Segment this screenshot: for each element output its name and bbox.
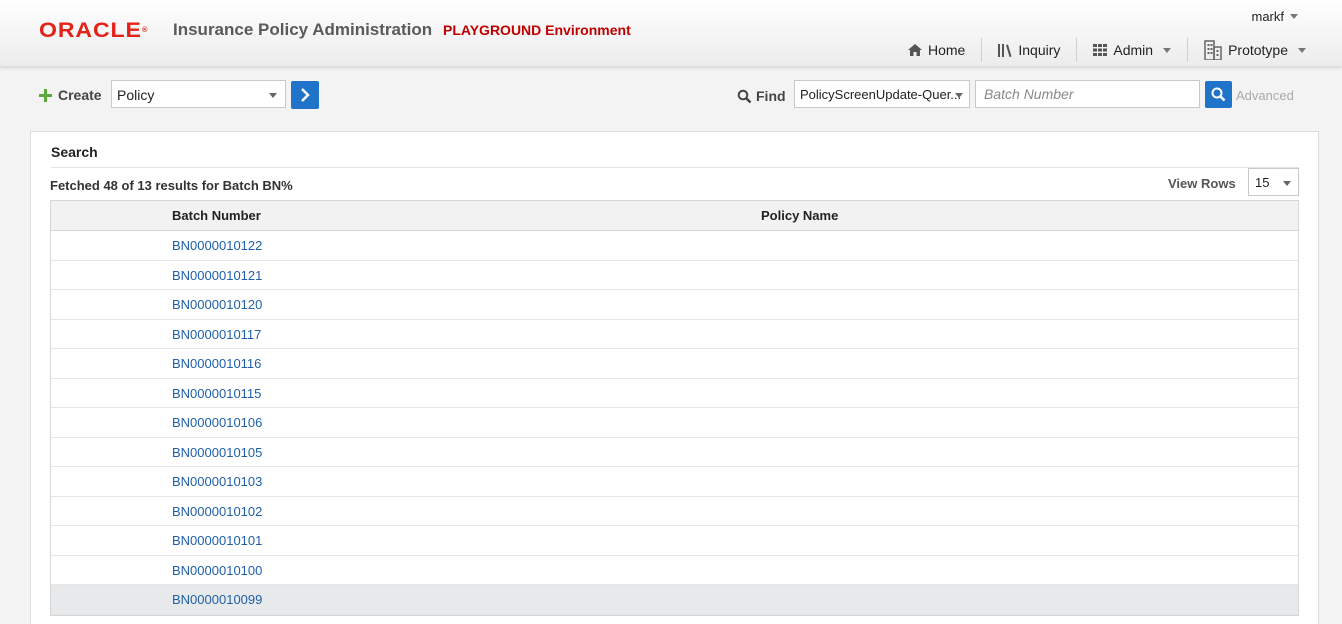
- create-text: Create: [58, 87, 102, 103]
- batch-number-link[interactable]: BN0000010121: [172, 268, 262, 283]
- panel-title: Search: [51, 144, 98, 160]
- table-header: Batch Number Policy Name: [51, 201, 1298, 231]
- chevron-down-icon: [269, 93, 277, 98]
- search-icon: [1211, 87, 1226, 102]
- environment-label: PLAYGROUND Environment: [443, 22, 631, 38]
- user-menu[interactable]: markf: [1251, 9, 1298, 24]
- table-row[interactable]: BN0000010115: [51, 378, 1298, 408]
- nav-prototype-label: Prototype: [1228, 42, 1289, 58]
- batch-number-link[interactable]: BN0000010100: [172, 563, 262, 578]
- home-icon: [908, 44, 922, 56]
- table-row[interactable]: BN0000010100: [51, 555, 1298, 585]
- results-summary: Fetched 48 of 13 results for Batch BN%: [50, 178, 293, 193]
- batch-number-link[interactable]: BN0000010105: [172, 445, 262, 460]
- plus-icon: [39, 88, 52, 102]
- batch-number-link[interactable]: BN0000010103: [172, 474, 262, 489]
- table-row[interactable]: BN0000010102: [51, 496, 1298, 526]
- chevron-right-icon: [301, 88, 310, 102]
- batch-number-link[interactable]: BN0000010099: [172, 592, 262, 607]
- grid-icon: [1093, 44, 1108, 56]
- results-table: Batch Number Policy Name BN0000010122 BN0…: [50, 200, 1299, 616]
- create-go-button[interactable]: [291, 81, 319, 109]
- table-row[interactable]: BN0000010099: [51, 585, 1298, 615]
- user-name: markf: [1251, 9, 1285, 24]
- chevron-down-icon: [955, 93, 963, 98]
- create-type-select[interactable]: Policy: [111, 80, 286, 108]
- table-row[interactable]: BN0000010103: [51, 467, 1298, 497]
- chevron-down-icon: [1283, 181, 1291, 186]
- chevron-down-icon: [1298, 47, 1307, 53]
- divider: [51, 167, 1299, 168]
- batch-number-link[interactable]: BN0000010120: [172, 297, 262, 312]
- batch-number-field[interactable]: [975, 80, 1200, 108]
- chevron-down-icon: [1163, 47, 1172, 53]
- view-rows-select[interactable]: 15: [1248, 168, 1299, 196]
- advanced-link[interactable]: Advanced: [1236, 88, 1294, 103]
- library-icon: [998, 43, 1012, 57]
- find-query-value: PolicyScreenUpdate-Quer...: [800, 87, 962, 102]
- table-row[interactable]: BN0000010120: [51, 290, 1298, 320]
- table-row[interactable]: BN0000010105: [51, 437, 1298, 467]
- column-header-policy-name[interactable]: Policy Name: [761, 208, 838, 223]
- table-row[interactable]: BN0000010101: [51, 526, 1298, 556]
- search-icon: [737, 89, 752, 103]
- view-rows-value: 15: [1255, 175, 1270, 190]
- search-button[interactable]: [1205, 81, 1232, 108]
- find-query-select[interactable]: PolicyScreenUpdate-Quer...: [794, 80, 970, 108]
- nav-home-label: Home: [928, 42, 966, 58]
- main-nav: Home Inquiry Admin Prototype: [892, 37, 1322, 63]
- table-row[interactable]: BN0000010122: [51, 231, 1298, 261]
- table-row[interactable]: BN0000010121: [51, 260, 1298, 290]
- batch-number-link[interactable]: BN0000010116: [172, 356, 261, 371]
- action-toolbar: Create Policy Find PolicyScreenUpdate-Qu…: [0, 67, 1342, 127]
- nav-admin[interactable]: Admin: [1077, 37, 1187, 63]
- building-icon: [1204, 40, 1222, 60]
- batch-number-link[interactable]: BN0000010122: [172, 238, 262, 253]
- batch-number-link[interactable]: BN0000010115: [172, 386, 261, 401]
- app-title: Insurance Policy Administration: [173, 20, 433, 39]
- column-header-batch-number[interactable]: Batch Number: [172, 208, 261, 223]
- nav-prototype[interactable]: Prototype: [1188, 37, 1322, 63]
- nav-inquiry-label: Inquiry: [1018, 42, 1061, 58]
- search-panel: Search Fetched 48 of 13 results for Batc…: [30, 131, 1319, 624]
- batch-number-link[interactable]: BN0000010117: [172, 327, 261, 342]
- batch-number-input[interactable]: [976, 81, 1199, 107]
- view-rows-label: View Rows: [1168, 176, 1236, 191]
- batch-number-link[interactable]: BN0000010101: [172, 533, 262, 548]
- nav-admin-label: Admin: [1113, 42, 1154, 58]
- batch-number-link[interactable]: BN0000010106: [172, 415, 262, 430]
- nav-inquiry[interactable]: Inquiry: [982, 37, 1076, 63]
- app-header: ORACLE® Insurance Policy Administration …: [0, 0, 1342, 67]
- chevron-down-icon: [1290, 14, 1298, 19]
- oracle-logo: ORACLE®: [39, 19, 148, 42]
- table-body: BN0000010122 BN0000010121 BN0000010120 BN00…: [51, 231, 1298, 615]
- table-row[interactable]: BN0000010116: [51, 349, 1298, 379]
- find-label: Find: [737, 88, 786, 104]
- batch-number-link[interactable]: BN0000010102: [172, 504, 262, 519]
- find-text: Find: [756, 88, 786, 104]
- table-row[interactable]: BN0000010106: [51, 408, 1298, 438]
- create-type-value: Policy: [117, 87, 155, 103]
- nav-home[interactable]: Home: [892, 37, 981, 63]
- table-row[interactable]: BN0000010117: [51, 319, 1298, 349]
- create-label: Create: [39, 87, 102, 103]
